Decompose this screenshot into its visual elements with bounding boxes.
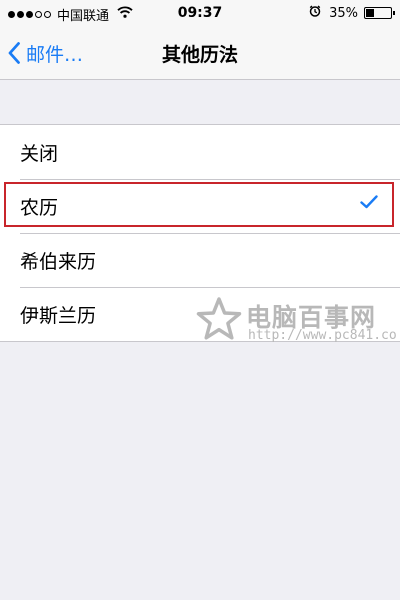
star-logo-icon <box>196 297 242 340</box>
battery-fill <box>366 9 374 17</box>
status-right: 35% <box>309 5 395 21</box>
list-item-label: 农历 <box>20 196 59 219</box>
battery-percent: 35% <box>329 5 358 21</box>
status-bar: 中国联通 09:37 35% <box>0 0 400 28</box>
list-item-label: 伊斯兰历 <box>20 304 97 327</box>
page-title: 其他历法 <box>161 44 238 66</box>
list-item-chinese-lunar[interactable]: 农历 <box>0 179 400 233</box>
list-item-label: 希伯来历 <box>20 250 97 273</box>
navigation-bar: 邮件… 其他历法 <box>0 28 400 80</box>
list-item-hebrew[interactable]: 希伯来历 <box>0 233 400 287</box>
watermark-url: http://www.pc841.co <box>248 328 397 343</box>
watermark: 电脑百事网 http://www.pc841.co <box>196 294 397 354</box>
alarm-icon <box>309 5 321 21</box>
list-item-off[interactable]: 关闭 <box>0 125 400 179</box>
battery-icon <box>364 7 395 19</box>
checkmark-icon <box>360 195 378 209</box>
list-item-label: 关闭 <box>20 142 59 165</box>
